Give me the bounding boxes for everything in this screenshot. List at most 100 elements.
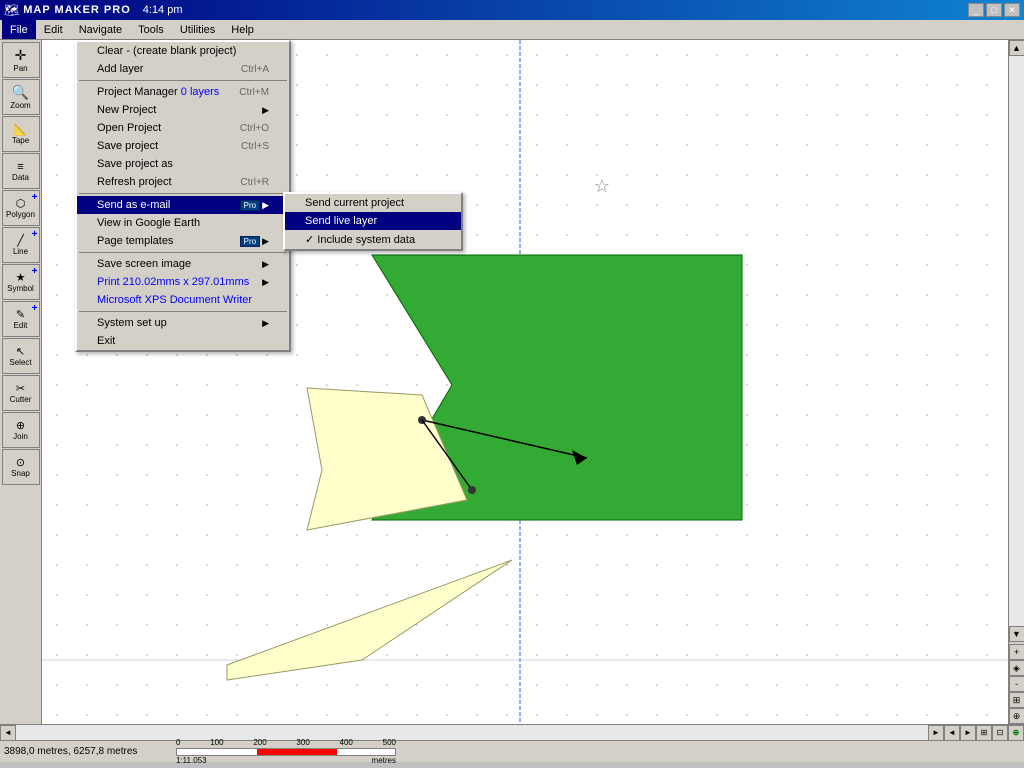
add-button[interactable]: ⊕ (1008, 725, 1024, 741)
grid-button[interactable]: ⊞ (976, 725, 992, 741)
menu-xps[interactable]: Microsoft XPS Document Writer (77, 291, 289, 309)
snap-icon: ⊙ (16, 456, 25, 469)
menu-page-templates[interactable]: Page templates Pro ▶ (77, 232, 289, 250)
bottom-scrollbar: ◄ ► ◄ ► ⊞ ⊡ ⊕ (0, 724, 1024, 740)
zoom-out-button[interactable]: - (1009, 676, 1024, 692)
scroll-down-button[interactable]: ▼ (1009, 626, 1024, 642)
settings-button[interactable]: ⊡ (992, 725, 1008, 741)
pan-label: Pan (13, 64, 27, 73)
menu-open-project[interactable]: Open Project Ctrl+O (77, 119, 289, 137)
select-icon: ↖ (16, 345, 25, 358)
menu-send-live-layer[interactable]: Send live layer (285, 212, 461, 230)
scale-ratio: 1:11.053 (176, 756, 207, 765)
separator-3 (79, 252, 287, 253)
snap-label: Snap (11, 469, 30, 478)
zoom-icon: 🔍 (12, 84, 29, 101)
cutter-tool[interactable]: ✂ Cutter (2, 375, 40, 411)
snap-tool[interactable]: ⊙ Snap (2, 449, 40, 485)
scroll-end-button[interactable]: ⊕ (1009, 708, 1024, 724)
menu-tools[interactable]: Tools (130, 20, 172, 39)
menu-utilities[interactable]: Utilities (172, 20, 223, 39)
menu-clear[interactable]: Clear - (create blank project) (77, 42, 289, 60)
zoom-label: Zoom (10, 101, 30, 110)
scale-unit: metres (372, 756, 396, 765)
menu-view-google-earth[interactable]: View in Google Earth (77, 214, 289, 232)
separator-1 (79, 80, 287, 81)
zoom-nav-button[interactable]: ◈ (1009, 660, 1024, 676)
cutter-label: Cutter (10, 395, 32, 404)
menu-project-manager[interactable]: Project Manager 0 layers Ctrl+M (77, 83, 289, 101)
join-icon: ⊕ (16, 419, 25, 432)
minimize-button[interactable]: _ (968, 3, 984, 17)
menu-save-project[interactable]: Save project Ctrl+S (77, 137, 289, 155)
pan-tool[interactable]: ✛ Pan (2, 42, 40, 78)
zoom-in-button[interactable]: + (1009, 644, 1024, 660)
select-label: Select (9, 358, 31, 367)
polygon-tool[interactable]: ⬡ Polygon + (2, 190, 40, 226)
symbol-tool[interactable]: ★ Symbol + (2, 264, 40, 300)
title-bar-controls: _ □ ✕ (968, 3, 1020, 17)
menu-save-screen-image[interactable]: Save screen image ▶ (77, 255, 289, 273)
menu-add-layer[interactable]: Add layer Ctrl+A (77, 60, 289, 78)
scale-ruler (176, 748, 396, 756)
data-label: Data (12, 173, 29, 182)
close-button[interactable]: ✕ (1004, 3, 1020, 17)
menu-edit[interactable]: Edit (36, 20, 71, 39)
menu-system-setup[interactable]: System set up ▶ (77, 314, 289, 332)
scroll-up-button[interactable]: ▲ (1009, 40, 1024, 56)
line-add-icon: + (32, 229, 38, 240)
symbol-add-icon: + (32, 266, 38, 277)
right-scrollbar: ▲ ▼ + ◈ - ⊞ ⊕ (1008, 40, 1024, 724)
symbol-icon: ★ (16, 271, 26, 284)
join-label: Join (13, 432, 28, 441)
menu-navigate[interactable]: Navigate (71, 20, 130, 39)
svg-text:☆: ☆ (594, 176, 610, 196)
menu-refresh-project[interactable]: Refresh project Ctrl+R (77, 173, 289, 191)
scale-indicator (257, 749, 337, 755)
menu-file[interactable]: File (2, 20, 36, 39)
prev-button[interactable]: ◄ (944, 725, 960, 741)
data-icon: ≡ (17, 161, 23, 173)
scale-markers: 0 100 200 300 400 500 (176, 738, 396, 747)
app-title: MAP MAKER PRO (23, 4, 131, 16)
menu-send-current-project[interactable]: Send current project (285, 194, 461, 212)
nav-buttons: ◄ ► ⊞ ⊡ ⊕ (944, 725, 1024, 741)
join-tool[interactable]: ⊕ Join (2, 412, 40, 448)
title-bar-left: 🗺 MAP MAKER PRO 4:14 pm (4, 3, 183, 17)
scroll-track-horizontal[interactable] (16, 725, 928, 740)
scroll-track-vertical[interactable] (1009, 56, 1024, 626)
line-label: Line (13, 247, 28, 256)
scale-bar: 0 100 200 300 400 500 1:11.053 metres (176, 738, 396, 765)
line-tool[interactable]: ╱ Line + (2, 227, 40, 263)
maximize-button[interactable]: □ (986, 3, 1002, 17)
status-bar: 3898,0 metres, 6257,8 metres 0 100 200 3… (0, 740, 1024, 762)
edit-icon: ✎ (16, 308, 25, 321)
title-bar: 🗺 MAP MAKER PRO 4:14 pm _ □ ✕ (0, 0, 1024, 20)
menu-new-project[interactable]: New Project ▶ (77, 101, 289, 119)
scroll-right-button[interactable]: ► (928, 725, 944, 741)
polygon-label: Polygon (6, 210, 35, 219)
polygon-icon: ⬡ (16, 197, 26, 210)
menu-send-email[interactable]: Send as e-mail Pro ▶ (77, 196, 289, 214)
scale-label-row: 1:11.053 metres (176, 756, 396, 765)
file-menu-dropdown: Clear - (create blank project) Add layer… (75, 40, 291, 352)
select-tool[interactable]: ↖ Select (2, 338, 40, 374)
pro-badge: Pro (240, 200, 260, 211)
data-tool[interactable]: ≡ Data (2, 153, 40, 189)
menu-exit[interactable]: Exit (77, 332, 289, 350)
menu-include-system-data[interactable]: ✓ Include system data (285, 230, 461, 249)
send-layer-submenu: Send current project Send live layer ✓ I… (283, 192, 463, 251)
menu-help[interactable]: Help (223, 20, 262, 39)
pan-icon: ✛ (15, 47, 27, 64)
scroll-left-button[interactable]: ◄ (0, 725, 16, 741)
tape-tool[interactable]: 📐 Tape (2, 116, 40, 152)
zoom-tool[interactable]: 🔍 Zoom (2, 79, 40, 115)
edit-tool[interactable]: ✎ Edit + (2, 301, 40, 337)
zoom-fit-button[interactable]: ⊞ (1009, 692, 1024, 708)
menu-save-project-as[interactable]: Save project as (77, 155, 289, 173)
menu-print[interactable]: Print 210.02mms x 297.01mms ▶ (77, 273, 289, 291)
next-button[interactable]: ► (960, 725, 976, 741)
edit-add-icon: + (32, 303, 38, 314)
coords-display: 3898,0 metres, 6257,8 metres (4, 746, 164, 757)
app-time: 4:14 pm (143, 4, 183, 16)
